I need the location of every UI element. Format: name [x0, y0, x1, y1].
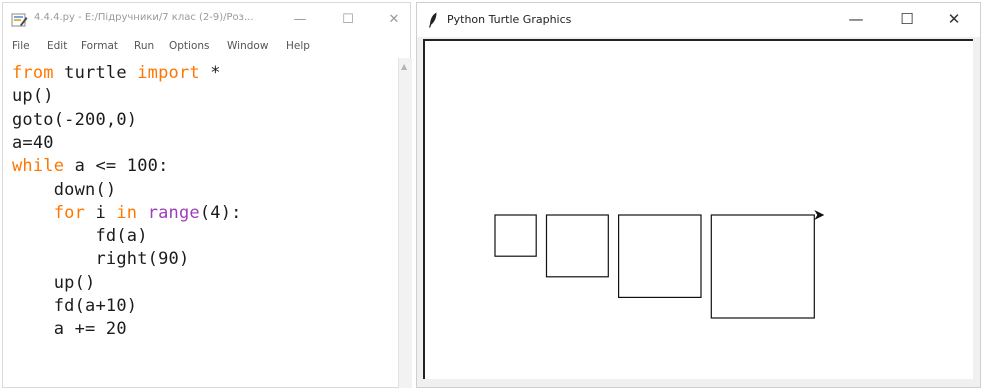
code-line: fd(a)	[12, 225, 148, 248]
code-token: up()	[12, 86, 54, 107]
keyword-token: for	[53, 202, 86, 223]
keyword-token: from	[12, 63, 54, 83]
idle-close-button[interactable]: ✕	[382, 9, 406, 29]
turtle-cursor-icon	[814, 210, 825, 220]
menu-window[interactable]: Window	[227, 40, 268, 52]
code-line: up()	[12, 272, 96, 295]
code-token: turtle	[53, 63, 138, 83]
turtle-titlebar[interactable]: Python Turtle Graphics — ☐ ✕	[417, 3, 980, 37]
code-token: fd(a)	[12, 226, 148, 247]
idle-minimize-button[interactable]: —	[288, 9, 312, 29]
code-line: right(90)	[12, 248, 189, 271]
menu-file[interactable]: File	[12, 40, 30, 52]
code-token: a += 20	[12, 319, 127, 340]
code-line: goto(-200,0)	[12, 109, 137, 132]
code-token: a=40	[12, 132, 54, 153]
turtle-drawing	[494, 210, 825, 319]
menu-format[interactable]: Format	[81, 40, 118, 52]
turtle-close-button[interactable]: ✕	[942, 9, 966, 29]
keyword-token: while	[12, 156, 65, 177]
code-line: up()	[12, 85, 54, 108]
code-token: (4):	[199, 202, 242, 223]
code-token: right(90)	[12, 249, 190, 270]
scroll-up-icon[interactable]: ▲	[401, 62, 407, 71]
code-line: a=40	[12, 132, 54, 155]
menu-options[interactable]: Options	[169, 40, 210, 52]
turtle-minimize-button[interactable]: —	[844, 9, 868, 29]
code-token: goto(-200,0)	[12, 109, 138, 130]
menu-edit[interactable]: Edit	[47, 40, 67, 52]
square-4	[710, 214, 815, 319]
idle-app-icon	[11, 13, 28, 27]
idle-maximize-button[interactable]: ☐	[336, 9, 360, 29]
idle-menubar: File Edit Format Run Options Window Help	[3, 36, 410, 58]
editor-scrollbar[interactable]: ▲	[398, 58, 412, 388]
turtle-graphics-window: Python Turtle Graphics — ☐ ✕	[416, 2, 981, 388]
turtle-maximize-button[interactable]: ☐	[895, 9, 919, 29]
code-line: down()	[12, 179, 116, 202]
idle-window-title: 4.4.4.py - E:/Підручники/7 клас (2-9)/Ро…	[34, 12, 254, 23]
square-2	[545, 214, 609, 278]
menu-help[interactable]: Help	[286, 40, 310, 52]
code-token: down()	[12, 179, 117, 200]
idle-titlebar[interactable]: 4.4.4.py - E:/Підручники/7 клас (2-9)/Ро…	[3, 3, 410, 33]
idle-editor-window: 4.4.4.py - E:/Підручники/7 клас (2-9)/Ро…	[2, 2, 412, 388]
code-line: fd(a+10)	[12, 295, 137, 318]
keyword-token: in	[116, 202, 138, 223]
builtin-token: range	[147, 202, 200, 223]
feather-icon	[429, 12, 437, 28]
menu-run[interactable]: Run	[134, 40, 154, 52]
square-3	[618, 214, 702, 299]
code-token: fd(a+10)	[12, 296, 138, 316]
keyword-token: import	[137, 63, 200, 83]
turtle-window-title: Python Turtle Graphics	[447, 13, 572, 26]
code-token: up()	[12, 272, 96, 293]
square-1	[494, 214, 537, 257]
code-token: i	[85, 202, 117, 223]
code-token: a <= 100:	[64, 156, 169, 177]
turtle-canvas[interactable]	[423, 39, 973, 379]
code-editor[interactable]: from turtle import * up() goto(-200,0) a=40…	[3, 58, 397, 388]
code-token: *	[199, 63, 221, 83]
code-line: from turtle import *	[12, 62, 221, 85]
code-line: while a <= 100:	[12, 155, 169, 178]
code-line: a += 20	[12, 318, 127, 341]
code-line: for i in range(4):	[12, 202, 242, 225]
